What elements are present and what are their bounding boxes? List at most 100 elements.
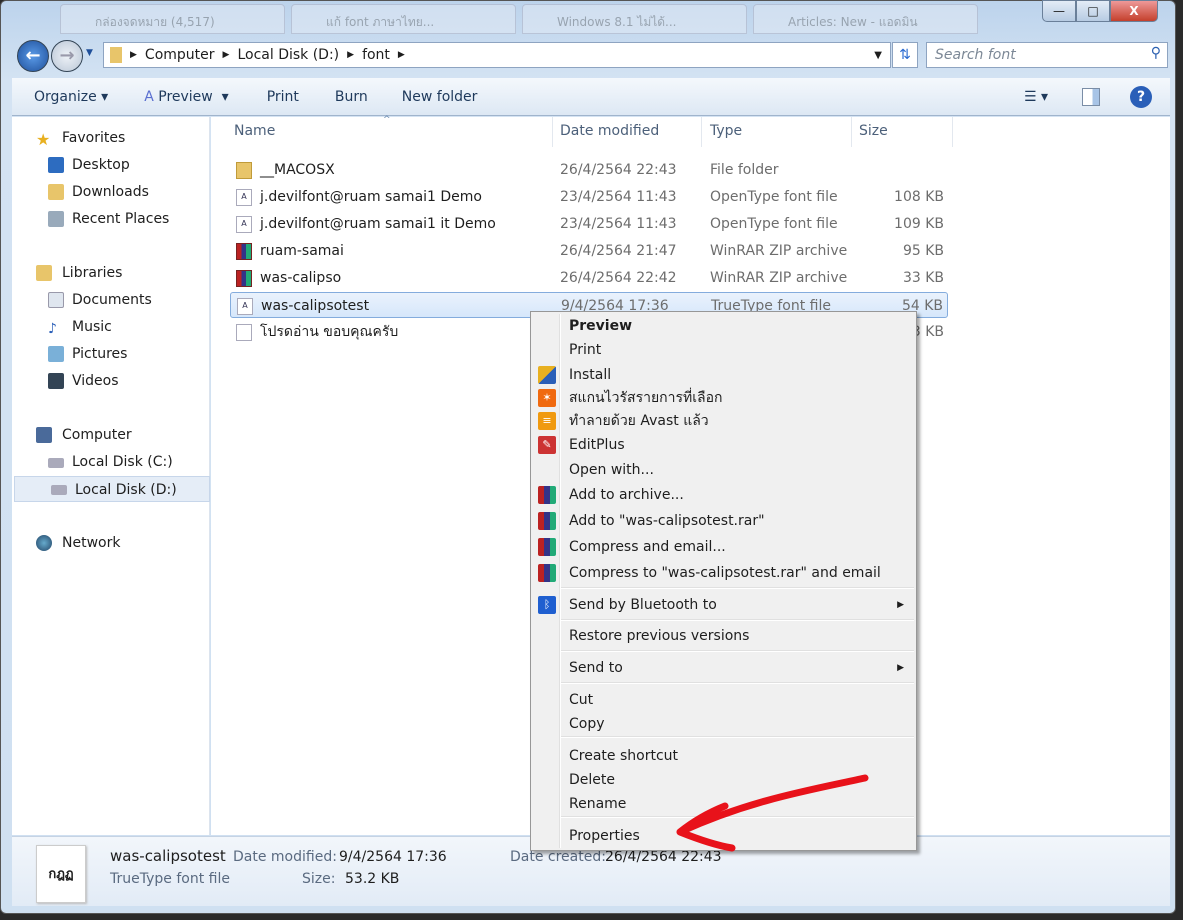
file-row[interactable]: A j.devilfont@ruam samai1 it Demo 23/4/2… xyxy=(230,211,948,237)
context-menu-item-open-with[interactable]: Open with... xyxy=(533,458,914,482)
recent-places-icon xyxy=(48,211,64,227)
sidebar-network[interactable]: Network xyxy=(12,530,210,556)
file-row[interactable]: __MACOSX 26/4/2564 22:43 File folder xyxy=(230,157,948,183)
back-button[interactable]: ← xyxy=(17,40,49,72)
context-menu-item-editplus[interactable]: ✎ EditPlus xyxy=(533,433,914,457)
sidebar-item-downloads[interactable]: Downloads xyxy=(12,179,210,205)
file-name: was-calipsotest xyxy=(261,298,370,314)
breadcrumb-local-disk-d[interactable]: Local Disk (D:) xyxy=(237,47,339,63)
context-menu-item-properties[interactable]: Properties xyxy=(533,824,914,848)
videos-icon xyxy=(48,373,64,389)
search-input[interactable]: Search font ⚲ xyxy=(926,42,1168,68)
browser-tab: กล่องจดหมาย (4,517) xyxy=(60,4,285,34)
context-menu-item-copy[interactable]: Copy xyxy=(533,712,914,736)
column-header-size[interactable]: Size xyxy=(859,123,888,139)
refresh-button[interactable]: ⇅ xyxy=(892,42,918,68)
folder-icon xyxy=(110,47,122,63)
sidebar-computer[interactable]: Computer xyxy=(12,422,210,448)
close-button[interactable]: X xyxy=(1110,0,1158,22)
context-menu-item-cut[interactable]: Cut xyxy=(533,688,914,712)
address-bar[interactable]: ▶ Computer ▶ Local Disk (D:) ▶ font ▶ ▼ xyxy=(103,42,891,68)
context-menu-item-print[interactable]: Print xyxy=(533,338,914,362)
context-menu-item-compress-to-was-calipsotest-rar-and-email[interactable]: Compress to "was-calipsotest.rar" and em… xyxy=(533,561,914,585)
new-folder-button[interactable]: New folder xyxy=(402,89,478,105)
shredder-icon: ≡ xyxy=(538,412,556,430)
file-size: 109 KB xyxy=(894,216,944,232)
music-icon: ♪ xyxy=(48,321,57,337)
browser-tab: แก้ font ภาษาไทย... xyxy=(291,4,516,34)
network-icon xyxy=(36,535,52,551)
file-row[interactable]: was-calipso 26/4/2564 22:42 WinRAR ZIP a… xyxy=(230,265,948,291)
file-name: โปรดอ่าน ขอบคุณครับ xyxy=(260,324,399,340)
recent-pages-dropdown-icon[interactable]: ▼ xyxy=(86,48,93,58)
sidebar-item-local-disk-c[interactable]: Local Disk (C:) xyxy=(12,449,210,475)
rar-icon xyxy=(236,270,252,287)
forward-button[interactable]: → xyxy=(51,40,83,72)
sidebar-item-music[interactable]: ♪ Music xyxy=(12,314,210,340)
file-row[interactable]: ruam-samai 26/4/2564 21:47 WinRAR ZIP ar… xyxy=(230,238,948,264)
context-menu-item-preview[interactable]: Preview xyxy=(533,314,914,338)
chevron-right-icon: ▶ xyxy=(222,50,230,60)
chevron-right-icon: ▶ xyxy=(130,50,137,60)
burn-button[interactable]: Burn xyxy=(335,89,368,105)
context-menu-item-delete[interactable]: Delete xyxy=(533,768,914,792)
context-menu-item-add-to-archive[interactable]: Add to archive... xyxy=(533,483,914,507)
preview-pane-icon[interactable] xyxy=(1082,87,1100,106)
menu-separator xyxy=(561,736,914,738)
winrar-icon xyxy=(538,564,556,582)
sidebar-libraries[interactable]: Libraries xyxy=(12,260,210,286)
print-button[interactable]: Print xyxy=(267,89,299,105)
file-size: 33 KB xyxy=(902,270,944,286)
background-browser-tabs: กล่องจดหมาย (4,517) แก้ font ภาษาไทย... … xyxy=(60,4,1040,36)
column-header-name[interactable]: Name xyxy=(234,123,275,139)
preview-button[interactable]: A Preview ▾ xyxy=(144,89,228,105)
context-menu-item-send-to[interactable]: Send to ▶ xyxy=(533,656,914,680)
sidebar-item-pictures[interactable]: Pictures xyxy=(12,341,210,367)
context-menu-item-rename[interactable]: Rename xyxy=(533,792,914,816)
file-name: j.devilfont@ruam samai1 Demo xyxy=(260,189,482,205)
context-menu-item-avast[interactable]: ≡ ทำลายด้วย Avast แล้ว xyxy=(533,409,914,433)
sidebar-favorites[interactable]: ★ Favorites xyxy=(12,125,210,151)
font-icon: A xyxy=(236,216,252,233)
details-file-type: TrueType font file xyxy=(110,871,230,887)
details-size-label: Size: xyxy=(302,871,336,887)
help-icon[interactable]: ? xyxy=(1130,85,1152,108)
context-menu-item-add-to-was-calipsotest-rar[interactable]: Add to "was-calipsotest.rar" xyxy=(533,509,914,533)
menu-item-label: Send to xyxy=(569,660,623,676)
menu-item-label: EditPlus xyxy=(569,437,625,453)
sidebar-item-documents[interactable]: Documents xyxy=(12,287,210,313)
breadcrumb-font[interactable]: font xyxy=(362,47,390,63)
context-menu-item-compress-and-email[interactable]: Compress and email... xyxy=(533,535,914,559)
column-header-date-modified[interactable]: Date modified xyxy=(560,123,659,139)
address-dropdown-icon[interactable]: ▼ xyxy=(874,50,882,61)
submenu-arrow-icon: ▶ xyxy=(897,663,904,673)
details-file-name: was-calipsotest xyxy=(110,847,226,865)
browser-tab: Articles: New - แอดมิน xyxy=(753,4,978,34)
search-icon[interactable]: ⚲ xyxy=(1151,45,1161,61)
sidebar-item-recent-places[interactable]: Recent Places xyxy=(12,206,210,232)
file-type: WinRAR ZIP archive xyxy=(710,243,848,259)
breadcrumb-computer[interactable]: Computer xyxy=(145,47,215,63)
sidebar-item-local-disk-d[interactable]: Local Disk (D:) xyxy=(14,476,210,502)
drive-icon xyxy=(51,485,67,495)
maximize-button[interactable]: □ xyxy=(1076,0,1110,22)
sidebar-item-desktop[interactable]: Desktop xyxy=(12,152,210,178)
context-menu-item[interactable]: ✶ สแกนไวรัสรายการที่เลือก xyxy=(533,386,914,410)
winrar-icon xyxy=(538,512,556,530)
context-menu-item-restore-previous-versions[interactable]: Restore previous versions xyxy=(533,624,914,648)
details-modified-value: 9/4/2564 17:36 xyxy=(339,849,447,865)
file-type: OpenType font file xyxy=(710,189,838,205)
organize-button[interactable]: Organize ▾ xyxy=(34,89,108,105)
context-menu-item-install[interactable]: Install xyxy=(533,363,914,387)
sidebar-item-videos[interactable]: Videos xyxy=(12,368,210,394)
file-row[interactable]: A j.devilfont@ruam samai1 Demo 23/4/2564… xyxy=(230,184,948,210)
context-menu-item-send-by-bluetooth-to[interactable]: ᛒ Send by Bluetooth to ▶ xyxy=(533,593,914,617)
file-date: 26/4/2564 22:42 xyxy=(560,270,677,286)
change-view-icon[interactable]: ☰ ▾ xyxy=(1024,89,1048,105)
column-header-type[interactable]: Type xyxy=(710,123,742,139)
chevron-right-icon: ▶ xyxy=(347,50,355,60)
context-menu-item-create-shortcut[interactable]: Create shortcut xyxy=(533,744,914,768)
file-name: ruam-samai xyxy=(260,243,344,259)
menu-separator xyxy=(561,650,914,652)
minimize-button[interactable]: — xyxy=(1042,0,1076,22)
